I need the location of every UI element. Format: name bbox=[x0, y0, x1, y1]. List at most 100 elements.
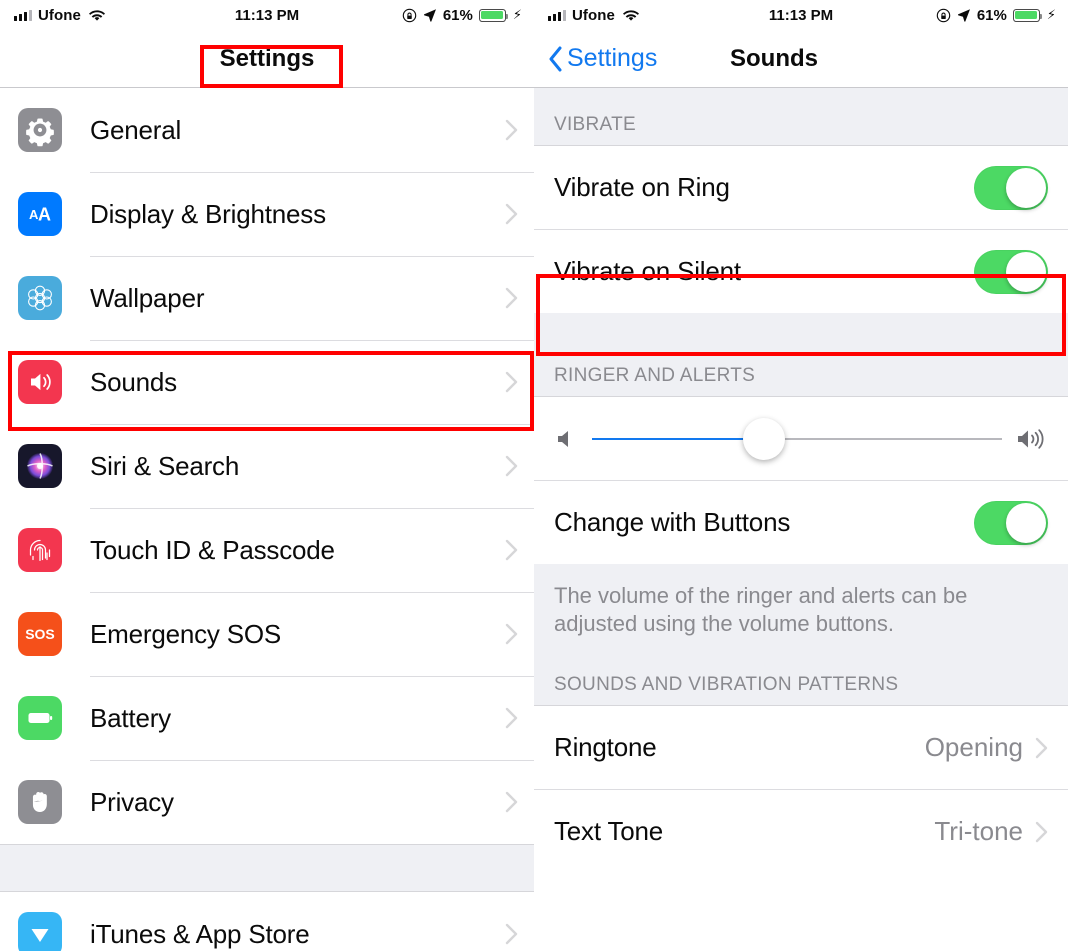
gear-icon bbox=[18, 108, 62, 152]
chevron-right-icon bbox=[505, 287, 518, 309]
svg-text:SOS: SOS bbox=[25, 626, 55, 642]
siri-orb-icon bbox=[18, 444, 62, 488]
fingerprint-icon bbox=[18, 528, 62, 572]
list-section-gap bbox=[0, 844, 534, 892]
settings-nav-title: Settings bbox=[219, 44, 315, 72]
chevron-left-icon bbox=[548, 46, 563, 72]
battery-icon bbox=[18, 696, 62, 740]
ringer-footnote: The volume of the ringer and alerts can … bbox=[534, 564, 1068, 649]
chevron-right-icon bbox=[505, 707, 518, 729]
speaker-icon bbox=[18, 360, 62, 404]
chevron-right-icon bbox=[505, 455, 518, 477]
sidebar-item-label: Privacy bbox=[90, 786, 174, 817]
chevron-right-icon bbox=[505, 623, 518, 645]
battery-percent-label: 61% bbox=[442, 6, 473, 24]
status-bar-right-group: 61% ⚡ bbox=[402, 7, 522, 24]
sidebar-item-display-brightness[interactable]: AA Display & Brightness bbox=[0, 172, 534, 256]
left-nav-bar: Settings bbox=[0, 30, 534, 88]
sidebar-item-label: Wallpaper bbox=[90, 282, 205, 313]
row-label: Ringtone bbox=[554, 732, 657, 763]
carrier-label: Ufone bbox=[38, 6, 81, 24]
row-ringtone[interactable]: Ringtone Opening bbox=[534, 705, 1068, 790]
chevron-right-icon bbox=[505, 539, 518, 561]
sidebar-item-label: General bbox=[90, 114, 182, 145]
sidebar-item-battery[interactable]: Battery bbox=[0, 676, 534, 760]
row-value: Tri-tone bbox=[934, 816, 1023, 847]
row-change-with-buttons[interactable]: Change with Buttons bbox=[534, 480, 1068, 564]
row-label: Change with Buttons bbox=[554, 507, 791, 537]
status-bar-right-group: 61% ⚡ bbox=[936, 7, 1056, 24]
sidebar-item-label: iTunes & App Store bbox=[90, 918, 310, 949]
left-phone-screen: Ufone 11:13 PM 61% ⚡ Settings General A … bbox=[0, 0, 534, 951]
chevron-right-icon bbox=[505, 371, 518, 393]
chevron-right-icon bbox=[505, 791, 518, 813]
row-label: Vibrate on Ring bbox=[554, 172, 730, 202]
status-bar-left: Ufone 11:13 PM 61% ⚡ bbox=[0, 0, 534, 30]
row-label: Text Tone bbox=[554, 816, 664, 847]
wifi-icon bbox=[89, 9, 105, 21]
right-nav-bar: Settings Sounds bbox=[534, 30, 1068, 88]
signal-bars-icon bbox=[548, 9, 566, 21]
battery-icon bbox=[478, 8, 509, 22]
ringer-volume-slider-row bbox=[534, 396, 1068, 480]
row-label: Vibrate on Silent bbox=[554, 256, 741, 286]
section-header-sounds-vibration-patterns: SOUNDS AND VIBRATION PATTERNS bbox=[534, 648, 1068, 706]
sounds-nav-title: Sounds bbox=[730, 44, 818, 72]
right-phone-screen: Ufone 11:13 PM 61% ⚡ Settings Sounds VIB… bbox=[534, 0, 1068, 951]
chevron-right-icon bbox=[505, 923, 518, 945]
slider-knob[interactable] bbox=[743, 417, 786, 460]
flower-icon bbox=[18, 276, 62, 320]
sidebar-item-emergency-sos[interactable]: SOS Emergency SOS bbox=[0, 592, 534, 676]
carrier-label: Ufone bbox=[572, 6, 615, 24]
speaker-low-icon bbox=[554, 427, 578, 451]
speaker-high-icon bbox=[1016, 426, 1048, 452]
sidebar-item-general[interactable]: General bbox=[0, 88, 534, 172]
sidebar-item-label: Sounds bbox=[90, 366, 177, 397]
status-bar-right: Ufone 11:13 PM 61% ⚡ bbox=[534, 0, 1068, 30]
slider-fill bbox=[592, 437, 765, 440]
sidebar-item-sounds[interactable]: Sounds bbox=[0, 340, 534, 424]
status-bar-left-group: Ufone bbox=[14, 7, 105, 24]
sidebar-item-label: Emergency SOS bbox=[90, 618, 282, 649]
svg-text:A: A bbox=[38, 205, 51, 225]
signal-bars-icon bbox=[14, 9, 32, 21]
row-text-tone[interactable]: Text Tone Tri-tone bbox=[534, 789, 1068, 874]
ringer-volume-slider[interactable] bbox=[592, 417, 1002, 460]
sidebar-item-touch-id-passcode[interactable]: Touch ID & Passcode bbox=[0, 508, 534, 592]
sidebar-item-label: Display & Brightness bbox=[90, 198, 326, 229]
vibrate-on-ring-toggle[interactable] bbox=[974, 165, 1048, 210]
text-size-icon: AA bbox=[18, 192, 62, 236]
row-vibrate-on-ring[interactable]: Vibrate on Ring bbox=[534, 145, 1068, 229]
sidebar-item-label: Siri & Search bbox=[90, 450, 240, 481]
sidebar-item-privacy[interactable]: Privacy bbox=[0, 760, 534, 844]
charging-bolt-icon: ⚡ bbox=[1046, 7, 1056, 22]
chevron-right-icon bbox=[1035, 737, 1048, 759]
back-button[interactable]: Settings bbox=[534, 44, 657, 73]
rotation-lock-icon bbox=[402, 8, 417, 23]
chevron-right-icon bbox=[505, 119, 518, 141]
settings-list: General AA Display & Brightness Wallpape… bbox=[0, 88, 534, 951]
sidebar-item-label: Touch ID & Passcode bbox=[90, 534, 335, 565]
sidebar-item-itunes-app-store[interactable]: iTunes & App Store bbox=[0, 892, 534, 951]
back-button-label: Settings bbox=[567, 44, 658, 72]
row-vibrate-on-silent[interactable]: Vibrate on Silent bbox=[534, 229, 1068, 313]
rotation-lock-icon bbox=[936, 8, 951, 23]
change-with-buttons-toggle[interactable] bbox=[974, 500, 1048, 545]
sos-icon: SOS bbox=[18, 612, 62, 656]
wifi-icon bbox=[623, 9, 639, 21]
appstore-icon bbox=[18, 912, 62, 951]
dual-screenshot-container: Ufone 11:13 PM 61% ⚡ Settings General A … bbox=[0, 0, 1068, 951]
section-header-ringer-alerts: RINGER AND ALERTS bbox=[534, 313, 1068, 396]
vibrate-on-silent-toggle[interactable] bbox=[974, 249, 1048, 294]
chevron-right-icon bbox=[505, 203, 518, 225]
status-bar-left-group: Ufone bbox=[548, 7, 639, 24]
battery-icon bbox=[1012, 8, 1043, 22]
charging-bolt-icon: ⚡ bbox=[512, 7, 522, 22]
sidebar-item-siri-search[interactable]: Siri & Search bbox=[0, 424, 534, 508]
location-arrow-icon bbox=[423, 8, 437, 22]
location-arrow-icon bbox=[957, 8, 971, 22]
row-value: Opening bbox=[924, 732, 1023, 763]
sidebar-item-wallpaper[interactable]: Wallpaper bbox=[0, 256, 534, 340]
hand-icon bbox=[18, 780, 62, 824]
section-header-vibrate: VIBRATE bbox=[534, 88, 1068, 145]
